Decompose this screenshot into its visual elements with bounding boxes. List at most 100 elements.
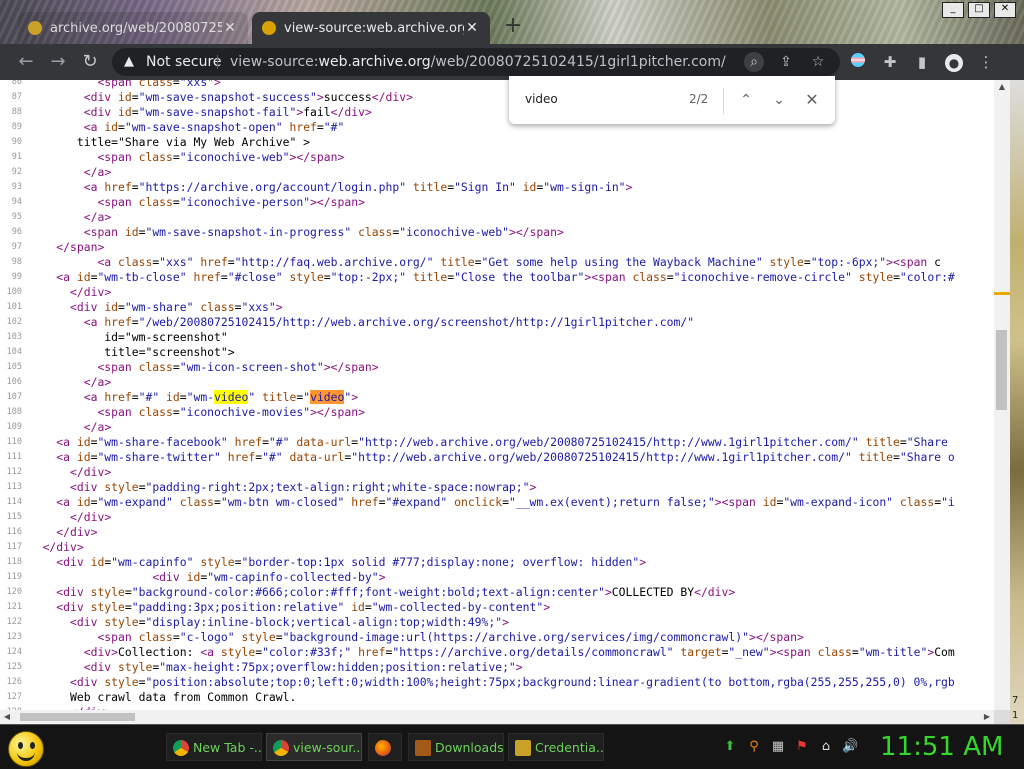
bookmark-star-icon[interactable]: ☆ bbox=[808, 52, 828, 72]
taskbar-item-view-source[interactable]: view-sour... bbox=[266, 733, 362, 761]
back-button[interactable]: ← bbox=[14, 50, 38, 74]
source-line: 96 <span id="wm-save-snapshot-in-progres… bbox=[11, 225, 564, 239]
source-line: 99 <a id="wm-tb-close" href="#close" sty… bbox=[11, 270, 955, 284]
source-line: 101 <div id="wm-share" class="xxs"> bbox=[6, 300, 283, 314]
scroll-thumb[interactable] bbox=[20, 713, 135, 721]
url-path: /web/20080725102415/1girl1pitcher.com/ bbox=[430, 54, 726, 70]
find-previous-button[interactable]: ⌃ bbox=[735, 88, 757, 112]
network-icon[interactable]: ▦ bbox=[770, 739, 786, 755]
maximize-button[interactable]: □ bbox=[968, 2, 990, 18]
reload-button[interactable]: ↻ bbox=[78, 50, 102, 74]
source-view[interactable]: 86 <span class="xxs"> 87 <div id="wm-save… bbox=[0, 80, 1010, 710]
taskbar-item-label: Downloads bbox=[435, 740, 504, 755]
menu-kebab-icon[interactable]: ⋮ bbox=[976, 52, 996, 72]
source-line: 103 id="wm-screenshot" bbox=[6, 330, 228, 344]
source-line: 125 <div style="max-height:75px;overflow… bbox=[6, 660, 523, 674]
source-line: 107 <a href="#" id="wm-video" title="vid… bbox=[6, 390, 359, 404]
horizontal-scrollbar[interactable]: ◀ ▶ bbox=[0, 710, 994, 724]
tab-title: archive.org/web/20080725 bbox=[50, 20, 222, 36]
url-text[interactable]: view-source:web.archive.org/web/20080725… bbox=[230, 48, 726, 76]
source-line: 92 </a> bbox=[11, 165, 112, 179]
source-line: 95 </a> bbox=[11, 210, 112, 224]
warning-icon: ▲ bbox=[124, 54, 134, 69]
find-next-button[interactable]: ⌄ bbox=[768, 88, 790, 112]
scroll-thumb[interactable] bbox=[996, 330, 1007, 410]
source-line: 87 <div id="wm-save-snapshot-success">su… bbox=[11, 90, 413, 104]
chrome-icon bbox=[173, 740, 189, 756]
source-line: 105 <span class="wm-icon-screen-shot"></… bbox=[6, 360, 379, 374]
source-line: 115 </div> bbox=[6, 510, 112, 524]
taskbar-item-label: Credentia... bbox=[535, 740, 604, 755]
minimize-button[interactable]: _ bbox=[942, 2, 964, 18]
find-close-button[interactable]: ✕ bbox=[801, 88, 823, 112]
taskbar-item-downloads[interactable]: Downloads bbox=[408, 733, 504, 761]
close-window-button[interactable]: ✕ bbox=[994, 2, 1016, 18]
source-lines: 86 <span class="xxs"> 87 <div id="wm-save… bbox=[0, 80, 1000, 710]
taskbar-item-new-tab[interactable]: New Tab -... bbox=[166, 733, 262, 761]
source-line: 124 <div>Collection: <a style="color:#33… bbox=[6, 645, 955, 659]
url-host: web.archive.org bbox=[318, 54, 431, 70]
close-tab-icon[interactable]: ✕ bbox=[464, 20, 480, 36]
archive-favicon-icon bbox=[262, 21, 276, 35]
source-line: 109 </a> bbox=[6, 420, 112, 434]
source-line: 86 <span class="xxs"> bbox=[11, 80, 221, 89]
forward-button[interactable]: → bbox=[46, 50, 70, 74]
taskbar-item-credentials[interactable]: Credentia... bbox=[508, 733, 604, 761]
source-line: 102 <a href="/web/20080725102415/http://… bbox=[6, 315, 695, 329]
chrome-icon bbox=[273, 740, 289, 756]
find-highlight: video bbox=[214, 390, 249, 404]
scroll-up-arrow-icon[interactable]: ▲ bbox=[994, 80, 1010, 94]
clock[interactable]: 11:51 AM bbox=[880, 729, 1003, 765]
close-tab-icon[interactable]: ✕ bbox=[222, 20, 238, 36]
volume-icon[interactable]: 🔊 bbox=[842, 739, 858, 755]
scroll-corner bbox=[994, 710, 1010, 724]
find-bar: video 2/2 ⌃ ⌄ ✕ bbox=[509, 76, 835, 124]
find-input[interactable]: video bbox=[525, 92, 558, 106]
source-line: 121 <div style="padding:3px;position:rel… bbox=[6, 600, 551, 614]
update-icon[interactable]: ⬆ bbox=[722, 739, 738, 755]
taskbar-item-label: New Tab -... bbox=[193, 740, 262, 755]
start-menu-smiley-icon[interactable] bbox=[8, 731, 44, 767]
tab-archive[interactable]: archive.org/web/20080725 ✕ bbox=[18, 12, 248, 44]
source-line: 98 <a class="xxs" href="http://faq.web.a… bbox=[11, 255, 942, 269]
account-avatar-icon[interactable]: ● bbox=[944, 52, 964, 72]
address-bar[interactable]: ▲ Not secure view-source:web.archive.org… bbox=[112, 48, 840, 76]
side-panel-icon[interactable]: ▮ bbox=[912, 52, 932, 72]
source-line: 100 </div> bbox=[6, 285, 112, 299]
extensions-icon[interactable]: ✚ bbox=[880, 52, 900, 72]
window-controls: _ □ ✕ bbox=[942, 2, 1016, 18]
find-match-marker bbox=[994, 292, 1010, 295]
notifications-muted-icon[interactable]: ⚑ bbox=[794, 739, 810, 755]
source-line: 93 <a href="https://archive.org/account/… bbox=[11, 180, 633, 194]
desktop-background: 7 1 bbox=[1010, 80, 1024, 730]
source-line: 89 <a id="wm-save-snapshot-open" href="#… bbox=[11, 120, 345, 134]
source-line: 97 </span> bbox=[11, 240, 105, 254]
vertical-scrollbar[interactable]: ▲ bbox=[994, 80, 1010, 710]
source-line: 116 </div> bbox=[6, 525, 98, 539]
source-line: 122 <div style="display:inline-block;ver… bbox=[6, 615, 509, 629]
wifi-icon[interactable]: ⌂ bbox=[818, 739, 834, 755]
search-icon[interactable]: ⚲ bbox=[746, 739, 762, 755]
source-line: 106 </a> bbox=[6, 375, 112, 389]
find-highlight-current: video bbox=[310, 390, 345, 404]
tab-view-source[interactable]: view-source:web.archive.org/we ✕ bbox=[252, 12, 490, 44]
profile-flag-icon[interactable] bbox=[848, 52, 868, 72]
security-label[interactable]: Not secure bbox=[146, 48, 222, 76]
source-line: 118 <div id="wm-capinfo" style="border-t… bbox=[6, 555, 647, 569]
tab-title: view-source:web.archive.org/we bbox=[284, 20, 464, 36]
find-match-count: 2/2 bbox=[689, 92, 709, 106]
source-line: 119 <div id="wm-capinfo-collected-by"> bbox=[6, 570, 386, 584]
side-label: 7 bbox=[1012, 695, 1019, 706]
taskbar: New Tab -... view-sour... Downloads Cred… bbox=[0, 724, 1024, 769]
scroll-left-arrow-icon[interactable]: ◀ bbox=[0, 710, 14, 724]
taskbar-item-firefox[interactable] bbox=[368, 733, 402, 761]
share-icon[interactable]: ⇪ bbox=[776, 52, 796, 72]
source-line: 123 <span class="c-logo" style="backgrou… bbox=[6, 630, 804, 644]
source-line: 117 </div> bbox=[6, 540, 84, 554]
scroll-right-arrow-icon[interactable]: ▶ bbox=[980, 710, 994, 724]
find-in-page-icon[interactable]: ⌕ bbox=[744, 52, 764, 72]
firefox-icon bbox=[375, 740, 391, 756]
source-line: 88 <div id="wm-save-snapshot-fail">fail<… bbox=[11, 105, 372, 119]
new-tab-button[interactable]: + bbox=[500, 14, 526, 40]
taskbar-item-label: view-sour... bbox=[293, 740, 362, 755]
